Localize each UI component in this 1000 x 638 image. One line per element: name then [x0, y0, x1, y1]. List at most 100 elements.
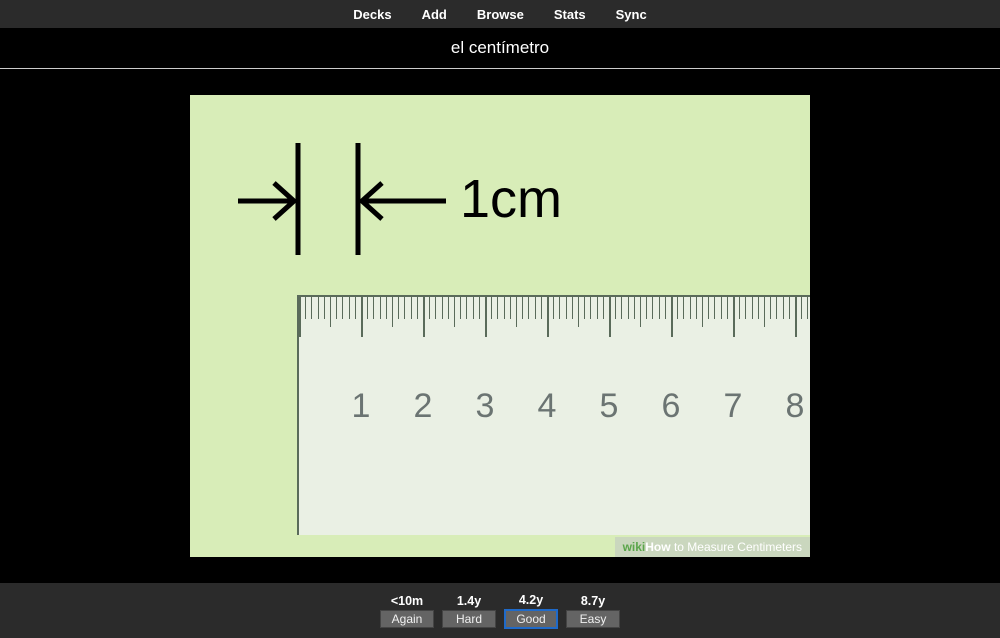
- ruler-tick: [367, 297, 368, 319]
- review-again-col: <10m Again: [380, 594, 434, 628]
- ruler-tick: [690, 297, 691, 319]
- ruler-tick: [677, 297, 678, 319]
- interval-easy: 8.7y: [581, 594, 605, 608]
- ruler-tick: [299, 297, 301, 337]
- hard-button[interactable]: Hard: [442, 610, 496, 628]
- ruler-tick: [380, 297, 381, 319]
- ruler-tick: [597, 297, 598, 319]
- ruler-tick: [318, 297, 319, 319]
- ruler-tick: [497, 297, 498, 319]
- ruler-tick: [615, 297, 616, 319]
- ruler-tick: [807, 297, 808, 319]
- ruler-tick: [640, 297, 641, 327]
- ruler-tick: [714, 297, 715, 319]
- nav-stats[interactable]: Stats: [554, 7, 586, 22]
- ruler: 12345678: [297, 295, 810, 535]
- review-hard-col: 1.4y Hard: [442, 594, 496, 628]
- watermark-rest: to Measure Centimeters: [671, 540, 802, 554]
- review-bar: <10m Again 1.4y Hard 4.2y Good 8.7y Easy: [0, 583, 1000, 638]
- ruler-tick: [435, 297, 436, 319]
- ruler-tick: [466, 297, 467, 319]
- ruler-tick: [776, 297, 777, 319]
- ruler-tick: [535, 297, 536, 319]
- ruler-tick: [752, 297, 753, 319]
- ruler-tick: [522, 297, 523, 319]
- ruler-tick: [572, 297, 573, 319]
- easy-button[interactable]: Easy: [566, 610, 620, 628]
- ruler-tick: [349, 297, 350, 319]
- nav-sync[interactable]: Sync: [616, 7, 647, 22]
- top-nav: Decks Add Browse Stats Sync: [0, 0, 1000, 28]
- ruler-tick: [708, 297, 709, 319]
- ruler-tick: [758, 297, 759, 319]
- ruler-tick: [504, 297, 505, 319]
- ruler-tick: [386, 297, 387, 319]
- image-watermark: wikiHow to Measure Centimeters: [615, 537, 810, 557]
- ruler-tick: [702, 297, 703, 327]
- good-button[interactable]: Good: [504, 609, 558, 629]
- ruler-tick: [448, 297, 449, 319]
- ruler-tick: [423, 297, 425, 337]
- ruler-tick: [683, 297, 684, 319]
- ruler-tick: [559, 297, 560, 319]
- again-button[interactable]: Again: [380, 610, 434, 628]
- ruler-number: 2: [414, 387, 433, 426]
- ruler-tick: [547, 297, 549, 337]
- ruler-tick: [652, 297, 653, 319]
- ruler-tick: [417, 297, 418, 319]
- ruler-tick: [665, 297, 666, 319]
- ruler-number: 6: [662, 387, 681, 426]
- ruler-tick: [355, 297, 356, 319]
- ruler-tick: [764, 297, 765, 327]
- ruler-tick: [398, 297, 399, 319]
- ruler-number: 4: [538, 387, 557, 426]
- ruler-tick: [373, 297, 374, 319]
- ruler-tick: [590, 297, 591, 319]
- ruler-tick: [603, 297, 604, 319]
- ruler-tick: [628, 297, 629, 319]
- ruler-tick: [634, 297, 635, 319]
- ruler-tick: [305, 297, 306, 319]
- ruler-tick: [429, 297, 430, 319]
- interval-hard: 1.4y: [457, 594, 481, 608]
- ruler-tick: [473, 297, 474, 319]
- ruler-tick: [516, 297, 517, 327]
- nav-add[interactable]: Add: [422, 7, 447, 22]
- ruler-tick: [528, 297, 529, 319]
- ruler-tick: [392, 297, 393, 327]
- card-image: 1cm 12345678 wikiHow to Measure Centimet…: [190, 95, 810, 557]
- watermark-how: How: [645, 540, 670, 554]
- ruler-tick: [646, 297, 647, 319]
- ruler-tick: [795, 297, 797, 337]
- nav-browse[interactable]: Browse: [477, 7, 524, 22]
- ruler-tick: [342, 297, 343, 319]
- ruler-tick: [584, 297, 585, 319]
- ruler-tick: [733, 297, 735, 337]
- ruler-tick: [442, 297, 443, 319]
- ruler-number: 3: [476, 387, 495, 426]
- ruler-tick: [801, 297, 802, 319]
- ruler-tick: [311, 297, 312, 319]
- ruler-tick: [566, 297, 567, 319]
- ruler-tick: [696, 297, 697, 319]
- watermark-wiki: wiki: [623, 540, 646, 554]
- nav-decks[interactable]: Decks: [353, 7, 391, 22]
- ruler-tick: [541, 297, 542, 319]
- ruler-tick: [491, 297, 492, 319]
- ruler-tick: [727, 297, 728, 319]
- ruler-tick: [336, 297, 337, 319]
- ruler-tick: [330, 297, 331, 327]
- ruler-tick: [404, 297, 405, 319]
- ruler-tick: [460, 297, 461, 319]
- ruler-tick: [578, 297, 579, 327]
- ruler-number: 5: [600, 387, 619, 426]
- card-answer-area: 1cm 12345678 wikiHow to Measure Centimet…: [0, 69, 1000, 583]
- review-good-col: 4.2y Good: [504, 593, 558, 629]
- ruler-tick: [510, 297, 511, 319]
- ruler-tick: [361, 297, 363, 337]
- ruler-tick: [745, 297, 746, 319]
- ruler-tick: [739, 297, 740, 319]
- ruler-tick: [454, 297, 455, 327]
- interval-again: <10m: [391, 594, 423, 608]
- ruler-tick: [621, 297, 622, 319]
